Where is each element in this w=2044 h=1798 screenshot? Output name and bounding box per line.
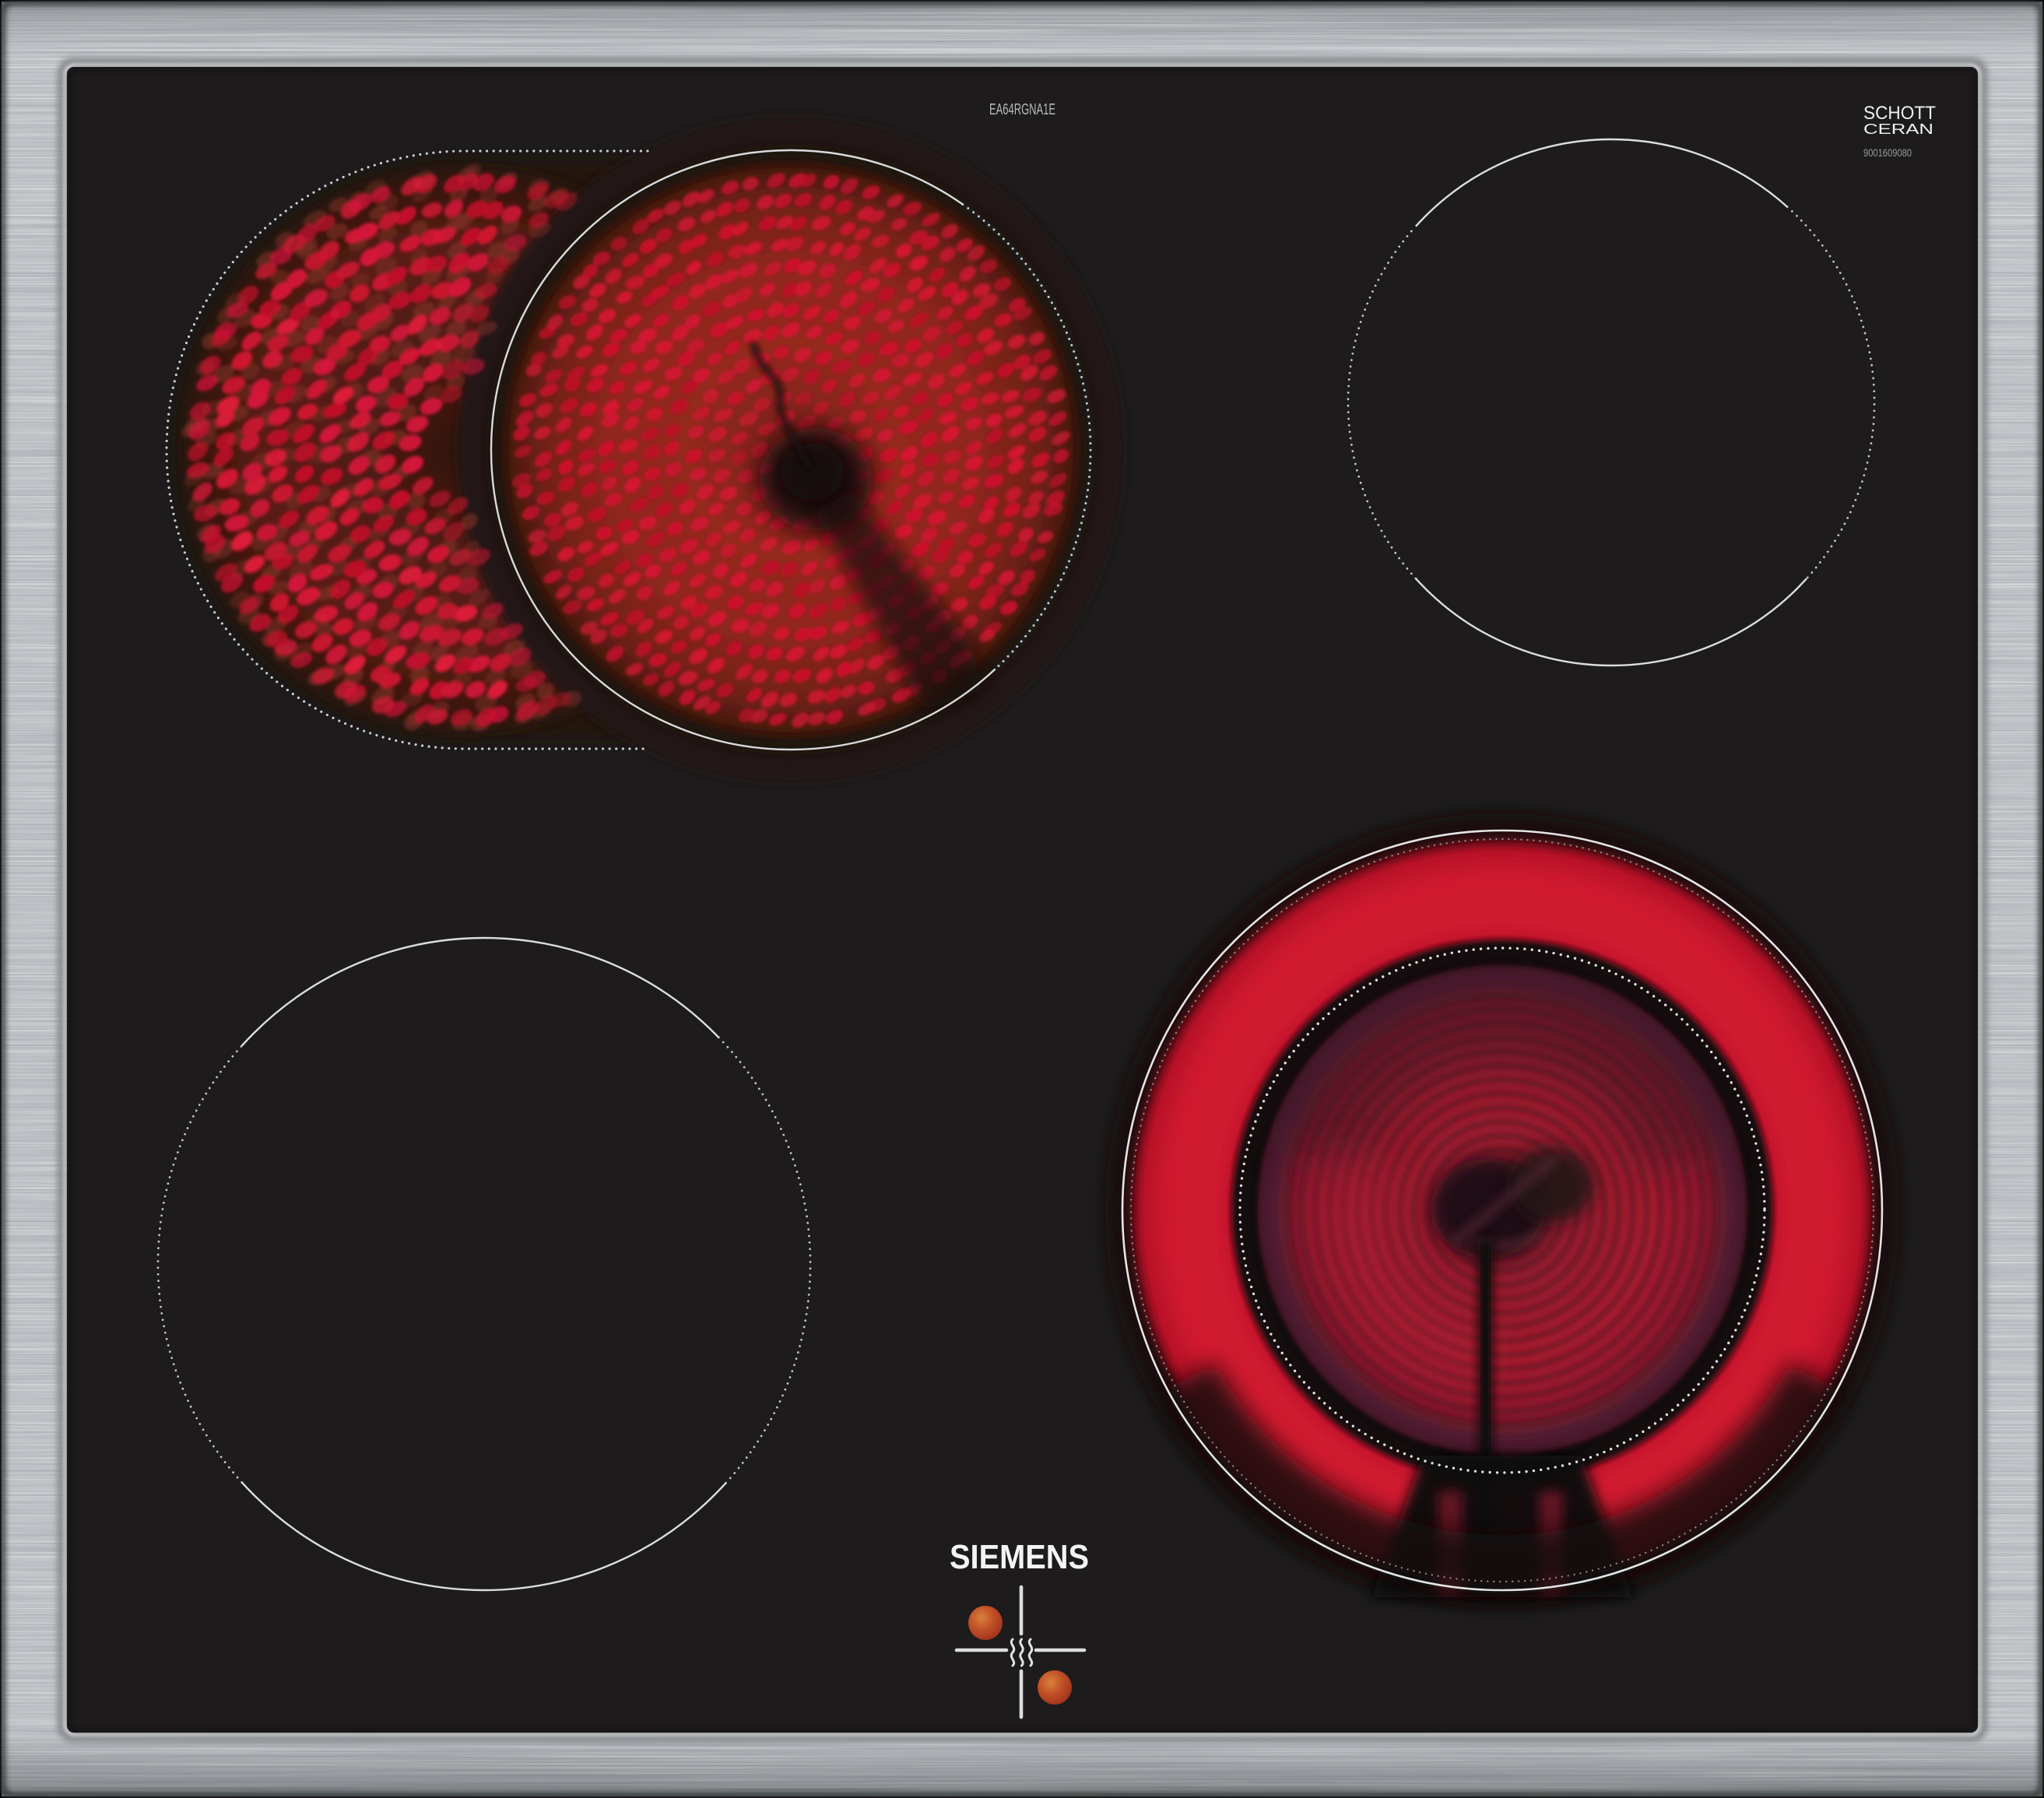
svg-text:9001609080: 9001609080 xyxy=(1863,146,1912,159)
svg-text:SIEMENS: SIEMENS xyxy=(950,1538,1089,1576)
svg-text:CERAN: CERAN xyxy=(1863,121,1933,137)
svg-text:SCHOTT: SCHOTT xyxy=(1863,103,1936,124)
svg-text:EA64RGNA1E: EA64RGNA1E xyxy=(989,101,1055,118)
